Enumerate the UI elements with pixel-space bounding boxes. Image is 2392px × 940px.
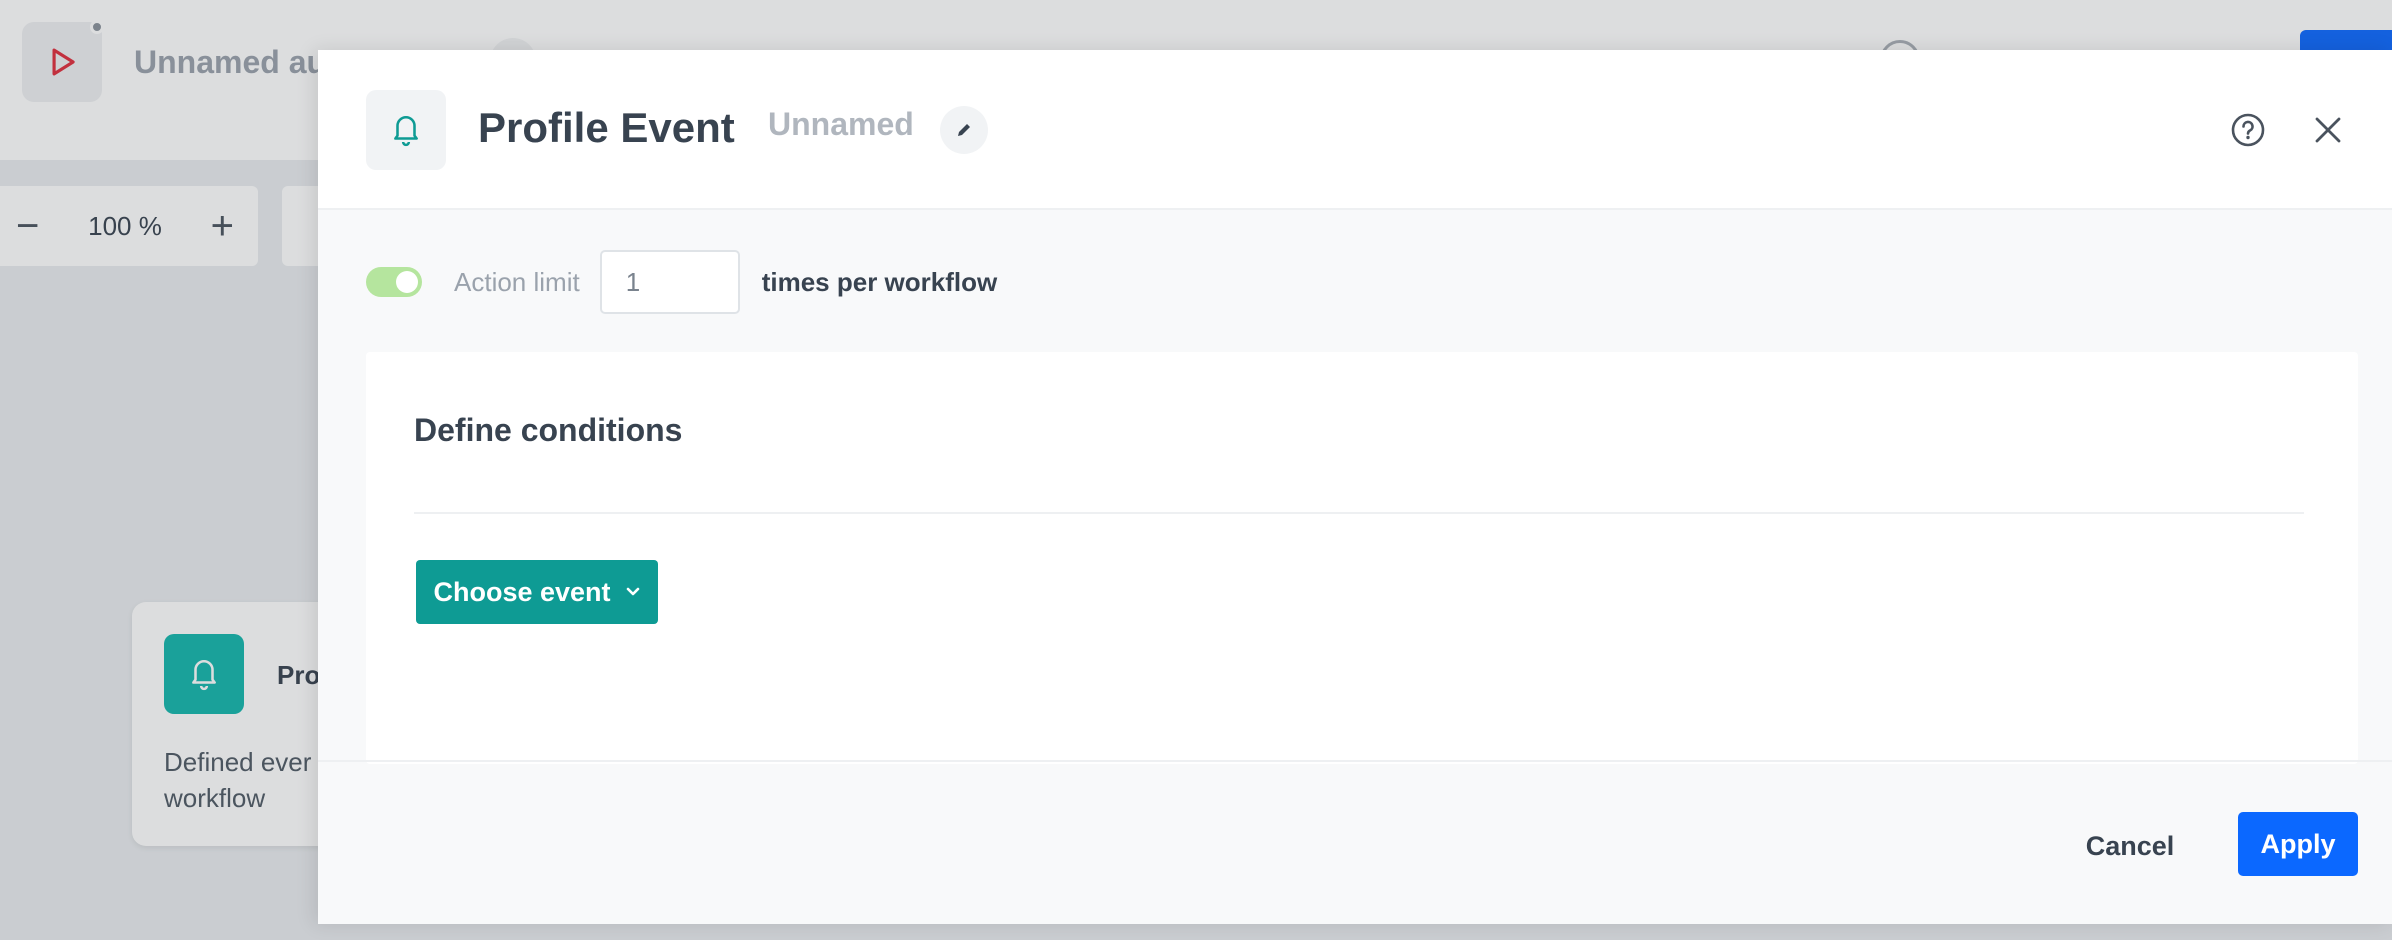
- choose-event-label: Choose event: [433, 576, 611, 607]
- modal-header: Profile Event Unnamed: [318, 50, 2392, 210]
- help-circle-icon: [2231, 113, 2265, 147]
- chevron-down-icon: [626, 587, 639, 596]
- toggle-knob: [396, 271, 418, 293]
- apply-button[interactable]: Apply: [2238, 812, 2358, 876]
- choose-event-button[interactable]: Choose event: [416, 560, 658, 624]
- node-name: Unnamed: [768, 106, 914, 142]
- conditions-title: Define conditions: [414, 412, 683, 448]
- pencil-icon: [958, 124, 970, 136]
- action-limit-input[interactable]: [599, 250, 740, 314]
- bell-icon: [366, 90, 446, 170]
- help-button[interactable]: [2226, 108, 2270, 152]
- action-limit-row: Action limit times per workflow: [366, 250, 997, 314]
- action-limit-label: Action limit: [454, 266, 580, 297]
- action-limit-toggle[interactable]: [366, 267, 422, 297]
- conditions-card: Define conditions Choose event: [366, 352, 2358, 764]
- footer-divider: [318, 760, 2392, 762]
- divider: [414, 512, 2304, 514]
- action-limit-suffix: times per workflow: [761, 266, 998, 297]
- edit-name-button[interactable]: [940, 106, 988, 154]
- bell-icon-glyph: [394, 116, 418, 147]
- cancel-button[interactable]: Cancel: [2078, 814, 2182, 878]
- close-button[interactable]: [2306, 108, 2350, 152]
- modal-title: Profile Event: [478, 104, 735, 151]
- close-icon: [2315, 117, 2341, 143]
- profile-event-modal: Profile Event Unnamed Action limit times…: [318, 50, 2392, 924]
